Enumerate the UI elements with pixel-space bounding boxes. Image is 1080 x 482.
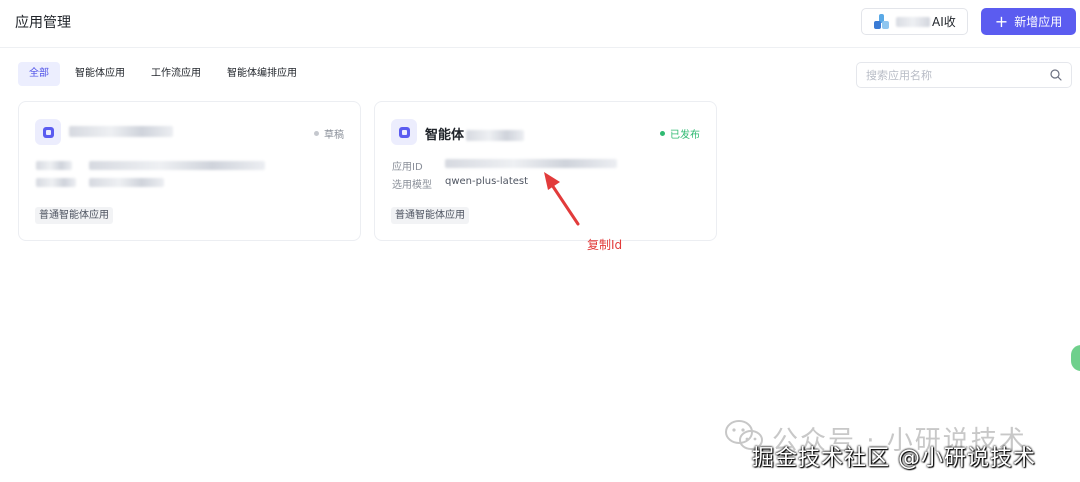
app-type-tabs: 全部 智能体应用 工作流应用 智能体编排应用	[18, 62, 312, 86]
app-type-tag: 普通智能体应用	[391, 207, 469, 224]
tab-workflow-apps[interactable]: 工作流应用	[140, 62, 212, 86]
plus-icon: +	[994, 11, 1009, 31]
status-text: 草稿	[324, 130, 344, 141]
annotation-arrow-icon	[544, 172, 580, 226]
app-id-label: 应用ID	[392, 162, 423, 173]
status-dot-icon	[660, 131, 665, 136]
tab-all[interactable]: 全部	[18, 62, 60, 86]
annotation-label: 复制Id	[587, 238, 623, 252]
status-dot-icon	[314, 131, 319, 136]
app-type-tag: 普通智能体应用	[35, 207, 113, 224]
app-icon	[35, 119, 61, 145]
search-box	[856, 62, 1072, 88]
meta-redacted	[36, 160, 72, 171]
partner-button-label: AI收	[932, 15, 956, 29]
watermark-juejin: 掘金技术社区 @小研说技术	[752, 446, 1036, 471]
app-name-redacted	[69, 124, 173, 139]
app-name: 智能体	[425, 124, 525, 143]
app-card[interactable]: 草稿 普通智能体应用	[18, 101, 361, 241]
partner-ai-button[interactable]: AI收	[861, 8, 968, 35]
new-app-label: 新增应用	[1014, 15, 1063, 29]
partner-name-redacted	[896, 16, 930, 27]
tab-agent-orchestration-apps[interactable]: 智能体编排应用	[216, 62, 308, 86]
status-badge: 已发布	[660, 126, 700, 141]
model-value: qwen-plus-latest	[445, 176, 529, 187]
status-badge: 草稿	[314, 126, 344, 141]
page-title: 应用管理	[15, 15, 71, 31]
app-name-redacted	[466, 130, 525, 141]
new-app-button[interactable]: + 新增应用	[981, 8, 1076, 35]
app-icon	[391, 119, 417, 145]
app-name-prefix: 智能体	[425, 128, 465, 143]
app-id-value-redacted[interactable]	[445, 158, 617, 169]
top-bar: 应用管理 AI收 + 新增应用	[0, 0, 1080, 48]
meta-value-redacted	[89, 160, 265, 171]
floating-assistant-button[interactable]	[1071, 345, 1080, 371]
partner-logo-icon	[874, 13, 890, 30]
model-label: 选用模型	[392, 180, 432, 191]
status-text: 已发布	[670, 130, 700, 141]
search-icon[interactable]	[1050, 69, 1062, 81]
meta-redacted	[36, 177, 76, 188]
search-input[interactable]	[866, 63, 1046, 87]
meta-value-redacted	[89, 177, 164, 188]
tab-agent-apps[interactable]: 智能体应用	[64, 62, 136, 86]
